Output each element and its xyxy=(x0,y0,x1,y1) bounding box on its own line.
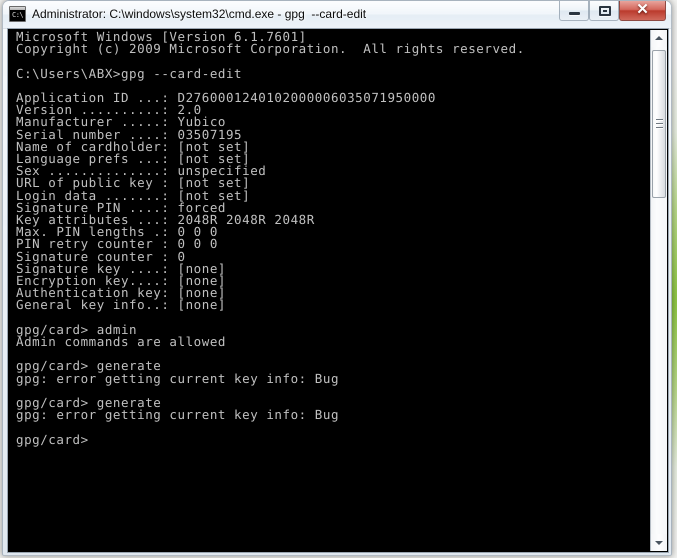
scrollbar-grip-line xyxy=(656,123,663,124)
cmd-window[interactable]: C:\ Administrator: C:\windows\system32\c… xyxy=(2,0,672,556)
console-line: Admin commands are allowed xyxy=(16,334,226,350)
close-button[interactable]: ✕ xyxy=(619,1,666,21)
minimize-button[interactable] xyxy=(559,1,589,21)
scroll-up-arrow-button[interactable] xyxy=(651,30,667,47)
scroll-down-arrow-button[interactable] xyxy=(651,534,667,551)
icon-prompt-glyph: C:\ xyxy=(12,11,24,19)
chevron-up-icon xyxy=(655,36,663,40)
console-output-text: Microsoft Windows [Version 6.1.7601] Copy… xyxy=(16,30,646,447)
window-title: Administrator: C:\windows\system32\cmd.e… xyxy=(32,7,367,21)
console-line: gpg: error getting current key info: Bug xyxy=(16,370,340,386)
icon-titlebar-strip xyxy=(10,7,25,10)
console-client-area[interactable]: Microsoft Windows [Version 6.1.7601] Copy… xyxy=(7,28,669,553)
close-icon: ✕ xyxy=(636,2,649,18)
scrollbar-grip-line xyxy=(656,127,663,128)
console-line: gpg: error getting current key info: Bug xyxy=(16,407,340,423)
console-line: gpg/card> xyxy=(16,431,89,447)
maximize-restore-button[interactable] xyxy=(589,1,619,21)
minimize-icon xyxy=(569,12,580,15)
console-line: General key info..: [none] xyxy=(16,297,226,313)
cmd-console-icon: C:\ xyxy=(9,6,26,22)
console-line: C:\Users\ABX>gpg --card-edit xyxy=(16,65,243,81)
chevron-down-icon xyxy=(655,541,663,545)
console-line: Copyright (c) 2009 Microsoft Corporation… xyxy=(16,41,525,57)
scrollbar-grip-line xyxy=(656,119,663,120)
maximize-icon xyxy=(599,6,611,16)
console-vertical-scrollbar[interactable] xyxy=(650,30,667,551)
scrollbar-thumb[interactable] xyxy=(652,50,666,198)
maximize-icon-inner xyxy=(603,10,607,12)
window-title-bar[interactable]: C:\ Administrator: C:\windows\system32\c… xyxy=(3,1,671,29)
